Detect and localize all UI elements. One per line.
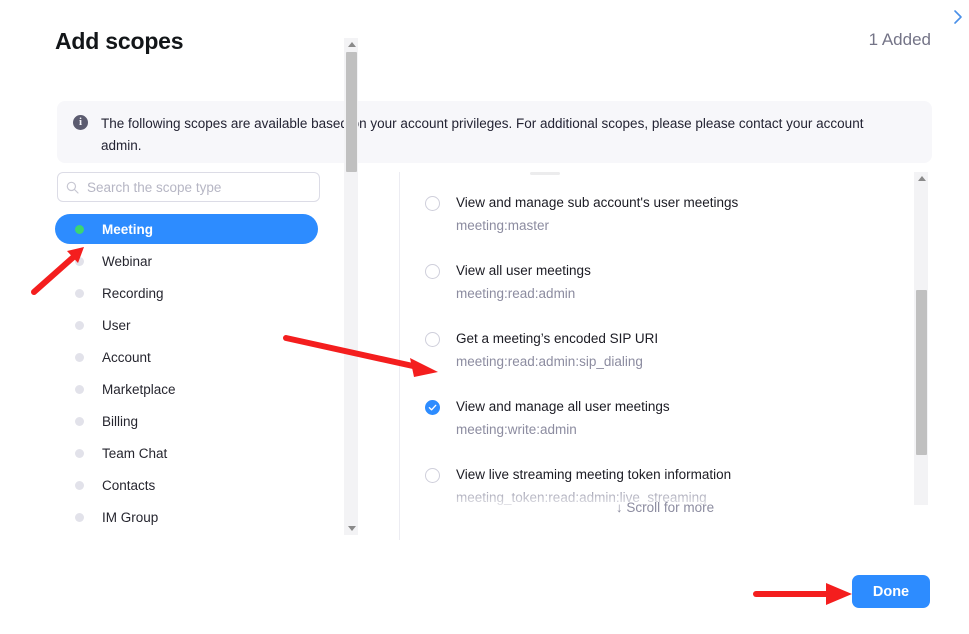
- page-title: Add scopes: [55, 28, 184, 54]
- status-dot-icon: [75, 288, 84, 298]
- status-dot-icon: [75, 256, 84, 266]
- status-dot-icon: [75, 448, 84, 458]
- info-banner: i The following scopes are available bas…: [57, 101, 932, 163]
- checkbox-icon[interactable]: [425, 264, 440, 279]
- status-dot-icon: [75, 512, 84, 522]
- scope-type-scrollbar[interactable]: [344, 38, 358, 535]
- scope-type-label: IM Group: [102, 509, 159, 525]
- permission-scope-code: meeting:read:admin:sip_dialing: [456, 354, 643, 369]
- permission-title: View and manage sub account's user meeti…: [456, 195, 739, 210]
- scope-type-item-recording[interactable]: Recording: [55, 278, 318, 308]
- status-dot-icon: [75, 352, 84, 362]
- permission-scope-code: meeting:master: [456, 218, 550, 233]
- permission-title: Get a meeting’s encoded SIP URI: [456, 331, 659, 346]
- permission-row[interactable]: Get a meeting’s encoded SIP URI meeting:r…: [425, 330, 905, 371]
- scrollbar-thumb[interactable]: [916, 290, 927, 455]
- done-button[interactable]: Done: [852, 575, 930, 608]
- scrollbar-thumb[interactable]: [346, 52, 357, 172]
- scroll-up-arrow-icon[interactable]: [918, 176, 926, 181]
- scope-type-label: Webinar: [102, 253, 153, 269]
- partial-scrolled-row: [530, 172, 560, 175]
- scope-type-item-marketplace[interactable]: Marketplace: [55, 374, 318, 404]
- permission-row[interactable]: View and manage all user meetings meeting…: [425, 398, 905, 439]
- permission-scope-code: meeting:write:admin: [456, 422, 577, 437]
- permission-list-scrollbar[interactable]: [914, 172, 928, 505]
- scope-type-item-team-chat[interactable]: Team Chat: [55, 438, 318, 468]
- scope-type-label: Team Chat: [102, 445, 168, 461]
- annotation-arrow-done: [753, 583, 852, 605]
- scope-type-item-account[interactable]: Account: [55, 342, 318, 372]
- chevron-right-icon[interactable]: [949, 8, 967, 26]
- scope-type-label: Contacts: [102, 477, 156, 493]
- scope-type-item-contacts[interactable]: Contacts: [55, 470, 318, 500]
- status-dot-icon: [75, 320, 84, 330]
- scope-type-label: Billing: [102, 413, 139, 429]
- permission-title: View live streaming meeting token inform…: [456, 467, 732, 482]
- scope-type-item-user[interactable]: User: [55, 310, 318, 340]
- scope-type-panel: Meeting Webinar Recording User Account Market…: [55, 172, 365, 537]
- scroll-down-arrow-icon[interactable]: [348, 526, 356, 531]
- permission-title: View all user meetings: [456, 263, 591, 278]
- scope-type-item-meeting[interactable]: Meeting: [55, 214, 318, 244]
- permission-scope-code: meeting:read:admin: [456, 286, 576, 301]
- search-box[interactable]: [57, 172, 320, 202]
- scroll-for-more-hint: ↓ Scroll for more: [615, 500, 715, 515]
- search-icon: [66, 181, 79, 194]
- checkbox-checked-icon[interactable]: [425, 400, 440, 415]
- dialog-header: Add scopes 1 Added: [0, 0, 969, 80]
- permission-texts: View and manage all user meetings meeting…: [456, 398, 670, 439]
- permission-title: View and manage all user meetings: [456, 399, 670, 414]
- add-scopes-dialog: Add scopes 1 Added i The following scope…: [0, 0, 969, 634]
- permission-texts: View and manage sub account's user meeti…: [456, 194, 738, 235]
- scope-type-item-billing[interactable]: Billing: [55, 406, 318, 436]
- status-dot-icon: [75, 416, 84, 426]
- scope-type-label: Recording: [102, 285, 164, 301]
- permission-texts: View all user meetings meeting:read:admin: [456, 262, 591, 303]
- status-dot-icon: [75, 480, 84, 490]
- search-input[interactable]: [87, 179, 302, 195]
- checkbox-icon[interactable]: [425, 196, 440, 211]
- scope-type-list[interactable]: Meeting Webinar Recording User Account Market…: [55, 214, 365, 537]
- checkbox-icon[interactable]: [425, 468, 440, 483]
- permission-row[interactable]: View and manage sub account's user meeti…: [425, 194, 905, 235]
- status-dot-icon: [75, 384, 84, 394]
- scope-type-label: Marketplace: [102, 381, 176, 397]
- panel-divider: [399, 172, 400, 540]
- scroll-up-arrow-icon[interactable]: [348, 42, 356, 47]
- scope-type-item-webinar[interactable]: Webinar: [55, 246, 318, 276]
- scope-type-item-im-group[interactable]: IM Group: [55, 502, 318, 532]
- added-count-badge: 1 Added: [868, 30, 931, 49]
- permission-list: View and manage sub account's user meeti…: [425, 172, 915, 517]
- scope-type-label: User: [102, 317, 131, 333]
- scope-type-label: Account: [102, 349, 151, 365]
- checkbox-icon[interactable]: [425, 332, 440, 347]
- permission-texts: Get a meeting’s encoded SIP URI meeting:r…: [456, 330, 658, 371]
- scope-type-label: Meeting: [102, 221, 154, 237]
- permission-row[interactable]: View all user meetings meeting:read:admin: [425, 262, 905, 303]
- info-banner-text: The following scopes are available based…: [101, 116, 864, 153]
- info-icon: i: [73, 115, 88, 130]
- status-dot-icon: [75, 224, 84, 234]
